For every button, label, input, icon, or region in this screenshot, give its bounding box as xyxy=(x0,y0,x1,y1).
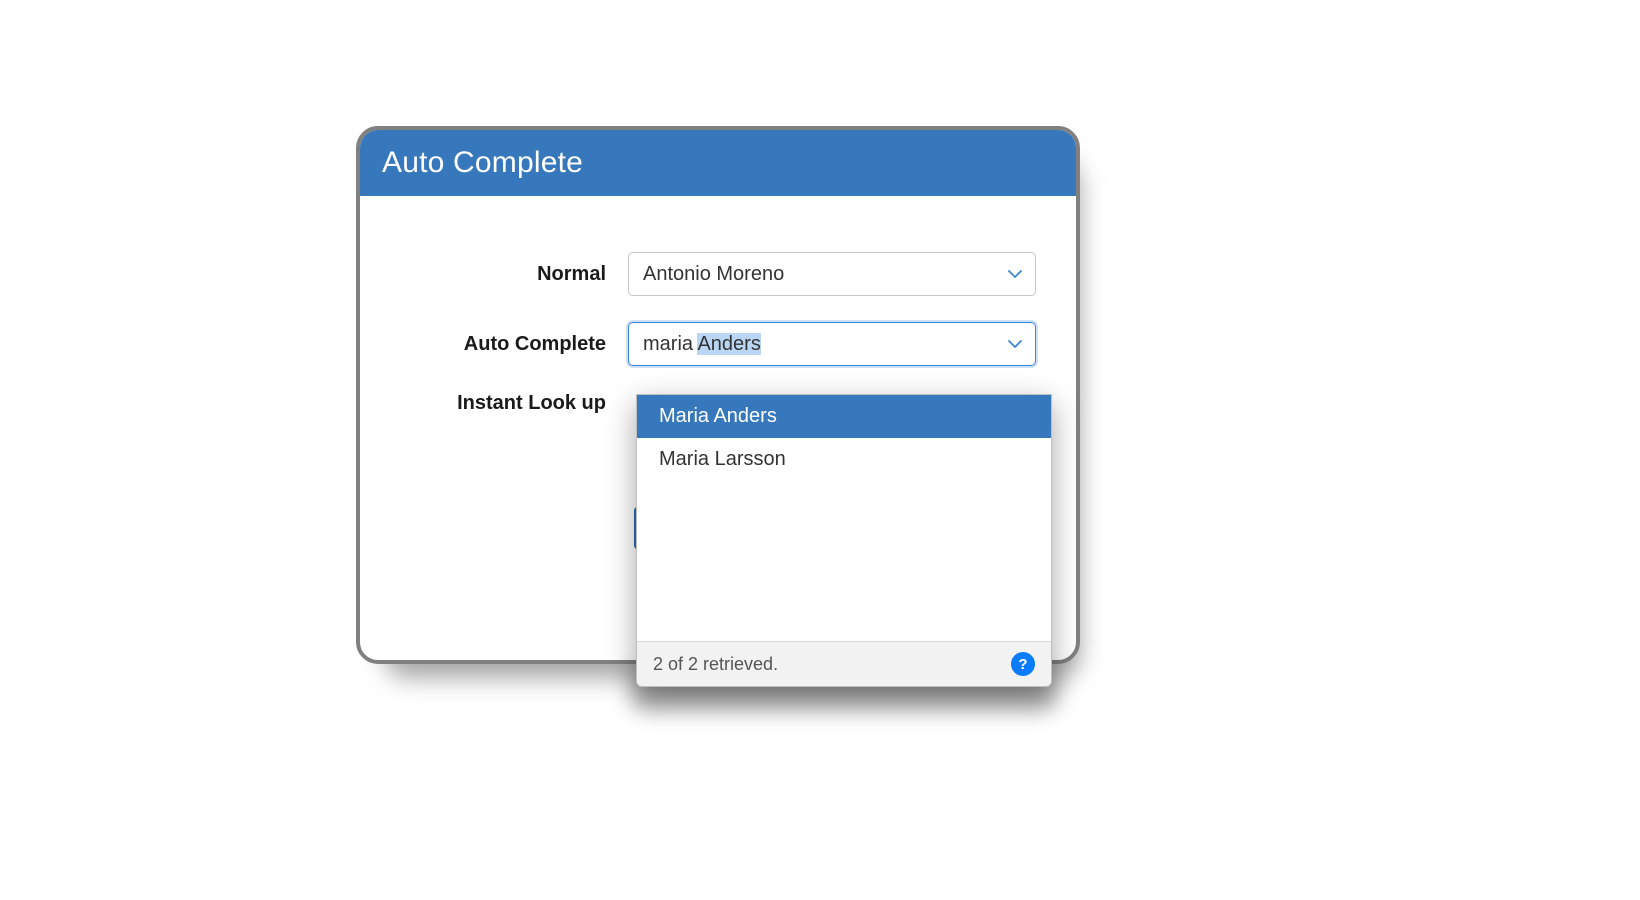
normal-select[interactable]: Antonio Moreno xyxy=(628,252,1036,296)
label-autocomplete: Auto Complete xyxy=(384,333,628,356)
autocomplete-dropdown: Maria Anders Maria Larsson 2 of 2 retrie… xyxy=(636,394,1052,687)
help-icon[interactable]: ? xyxy=(1011,652,1035,676)
row-autocomplete: Auto Complete maria Anders xyxy=(384,322,1052,366)
help-glyph: ? xyxy=(1018,656,1027,673)
normal-select-value: Antonio Moreno xyxy=(643,263,784,286)
dropdown-footer: 2 of 2 retrieved. ? xyxy=(637,641,1051,686)
dropdown-list: Maria Anders Maria Larsson xyxy=(637,395,1051,641)
label-normal: Normal xyxy=(384,263,628,286)
chevron-down-icon[interactable] xyxy=(1005,334,1025,354)
chevron-down-icon[interactable] xyxy=(1005,264,1025,284)
autocomplete-input[interactable]: maria Anders xyxy=(628,322,1036,366)
dropdown-option[interactable]: Maria Anders xyxy=(637,395,1051,438)
autocomplete-suggested-suffix: Anders xyxy=(697,333,760,355)
label-instant-lookup: Instant Look up xyxy=(384,392,628,415)
autocomplete-typed-text: maria xyxy=(643,333,697,355)
dropdown-status-text: 2 of 2 retrieved. xyxy=(653,654,778,675)
dialog-header: Auto Complete xyxy=(360,130,1076,196)
form-area: Normal Antonio Moreno Auto Complete mari… xyxy=(360,196,1076,415)
dropdown-option[interactable]: Maria Larsson xyxy=(637,438,1051,481)
row-normal: Normal Antonio Moreno xyxy=(384,252,1052,296)
dialog-title: Auto Complete xyxy=(382,146,583,180)
